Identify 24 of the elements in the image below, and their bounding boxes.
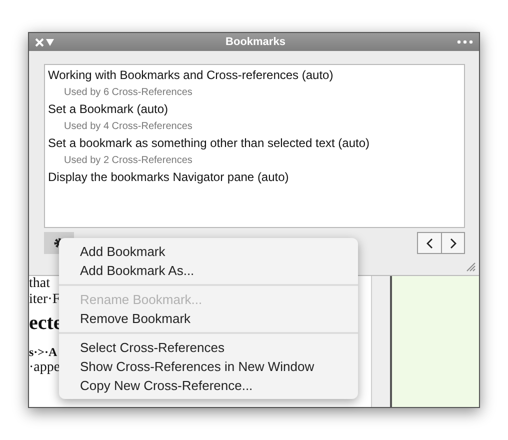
menu-item[interactable]: Select Cross-References bbox=[59, 338, 358, 357]
menu-item[interactable]: Copy New Cross-Reference... bbox=[59, 376, 358, 395]
document-text: that bbox=[29, 276, 50, 292]
menu-item[interactable]: Add Bookmark bbox=[59, 242, 358, 261]
document-text: s·>·A bbox=[29, 344, 58, 360]
close-icon[interactable] bbox=[35, 38, 44, 46]
bookmark-usage: Used by 2 Cross-References bbox=[63, 154, 194, 168]
chevron-right-icon bbox=[450, 238, 456, 248]
menu-item[interactable]: Show Cross-References in New Window bbox=[59, 357, 358, 376]
window-title: Bookmarks bbox=[224, 36, 286, 48]
chevron-left-icon bbox=[426, 238, 433, 248]
menu-item[interactable]: Add Bookmark As... bbox=[59, 261, 358, 280]
dropdown-triangle-icon[interactable] bbox=[46, 38, 54, 46]
resize-grip-icon[interactable] bbox=[466, 262, 476, 272]
bookmark-usage: Used by 6 Cross-References bbox=[63, 86, 194, 100]
bookmark-item[interactable]: Display the bookmarks Navigator pane (auto) bbox=[48, 169, 461, 186]
menu-item[interactable]: Remove Bookmark bbox=[59, 309, 358, 328]
more-icon[interactable] bbox=[457, 40, 473, 44]
bookmark-usage: Used by 4 Cross-References bbox=[63, 120, 194, 134]
document-text: ·appe bbox=[29, 360, 60, 376]
bookmark-item[interactable]: Set a Bookmark (auto) bbox=[48, 101, 461, 118]
bookmark-item[interactable]: Working with Bookmarks and Cross-references (auto) bbox=[48, 67, 461, 84]
document-text: iter·F bbox=[29, 292, 60, 308]
bookmark-item[interactable]: Set a bookmark as something other than selected text (auto) bbox=[48, 135, 461, 152]
